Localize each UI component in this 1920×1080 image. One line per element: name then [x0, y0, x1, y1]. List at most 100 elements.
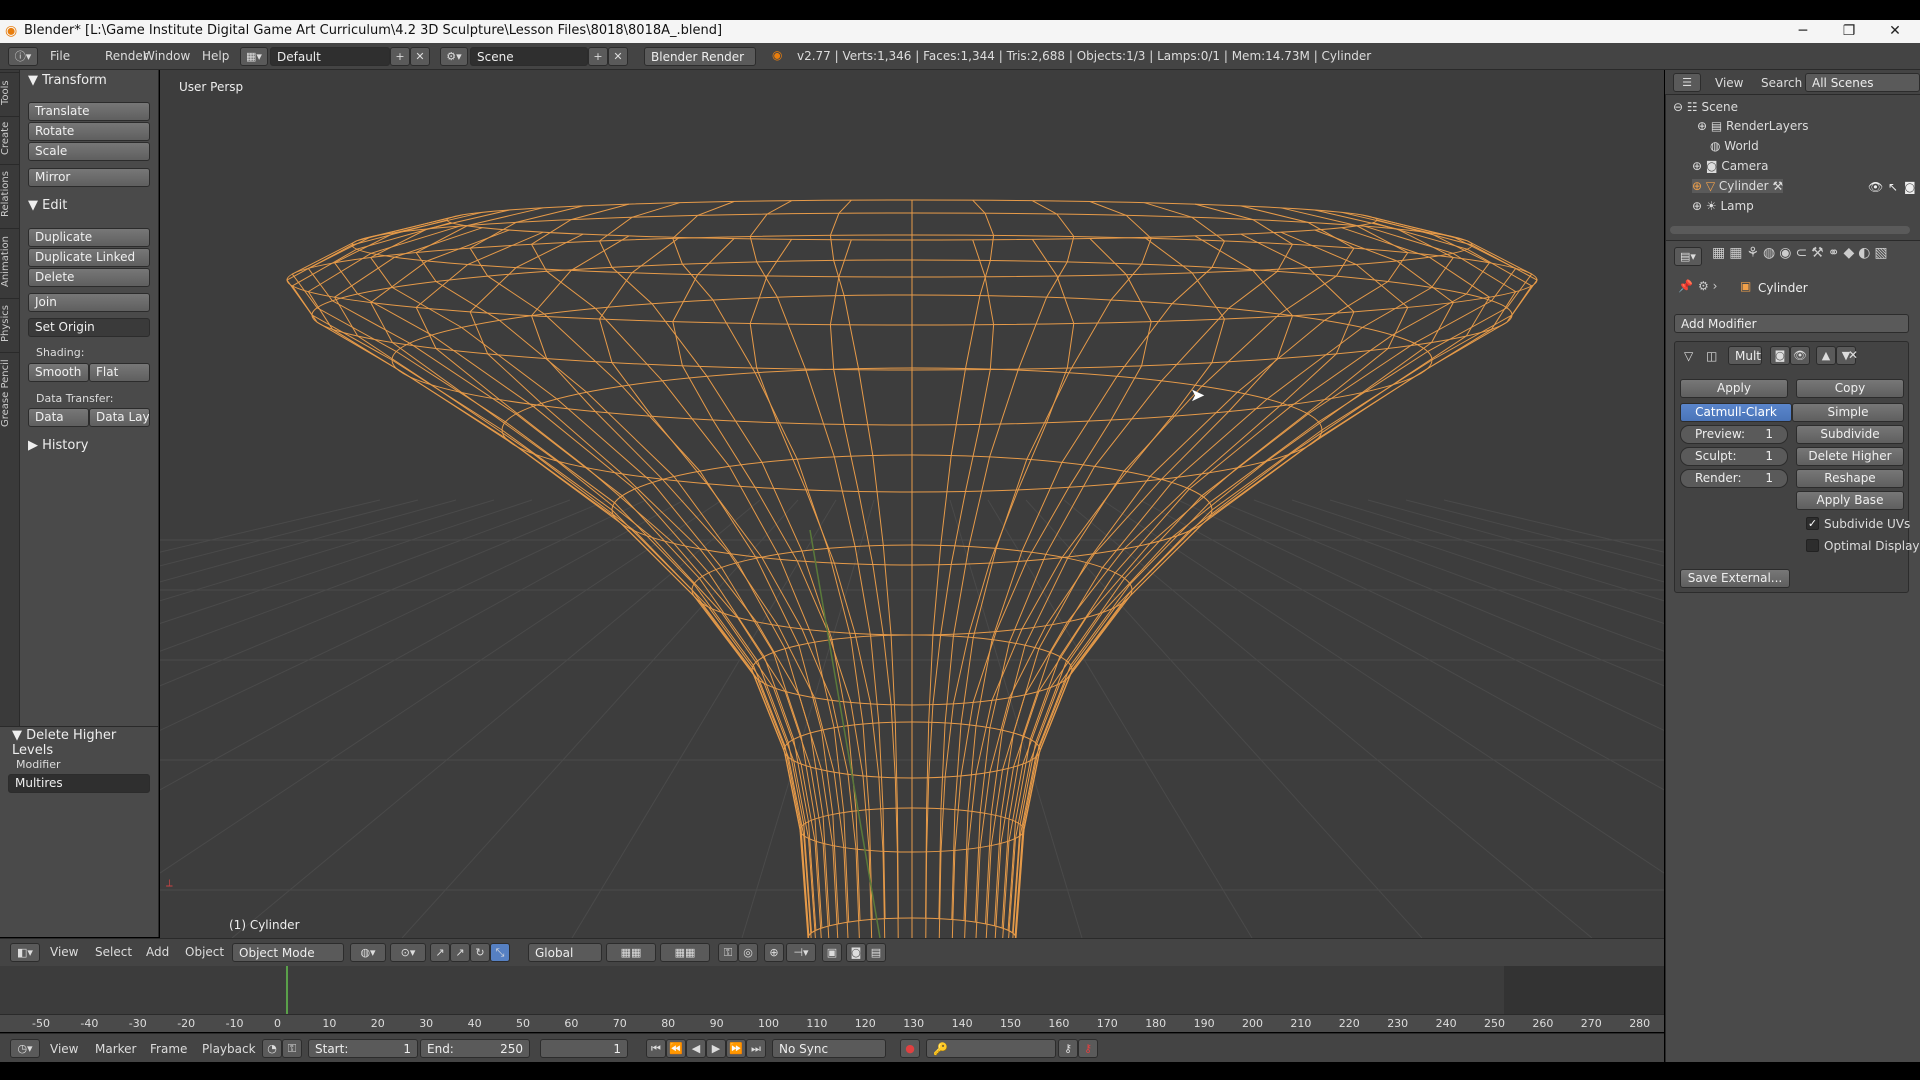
remove-scene-icon[interactable]: ✕: [608, 47, 628, 66]
manipulator-icon[interactable]: ↗: [430, 943, 450, 962]
frame-menu[interactable]: Frame: [150, 1042, 187, 1056]
scene-field[interactable]: Scene: [470, 47, 588, 66]
lock-layers-icon[interactable]: ⚿: [718, 943, 738, 962]
scale-manipulator-icon[interactable]: ⤡: [490, 943, 510, 962]
layers-grid-right-icon[interactable]: ▦▦: [660, 943, 710, 962]
duplicate-linked-button[interactable]: Duplicate Linked: [28, 248, 150, 267]
tab-physics[interactable]: Physics: [0, 298, 20, 348]
outliner-item-camera[interactable]: ⊕ ◙ Camera: [1692, 159, 1768, 173]
set-origin-select[interactable]: Set Origin: [28, 318, 150, 337]
tab-relations[interactable]: Relations: [0, 164, 20, 224]
viewport-shading-icon[interactable]: ◍▾: [350, 943, 386, 962]
flat-button[interactable]: Flat: [89, 363, 150, 382]
scale-button[interactable]: Scale: [28, 142, 150, 161]
history-panel-header[interactable]: ▶ History: [28, 438, 88, 453]
mirror-button[interactable]: Mirror: [28, 168, 150, 187]
add-layout-icon[interactable]: +: [390, 47, 410, 66]
current-frame-marker[interactable]: [286, 966, 288, 1014]
preview-levels-field[interactable]: Preview: 1: [1680, 425, 1788, 444]
modifier-field[interactable]: Multires: [8, 774, 150, 793]
pivot-point-icon[interactable]: ⊙▾: [390, 943, 426, 962]
outliner-search-menu[interactable]: Search: [1761, 76, 1802, 90]
display-mode-select[interactable]: All Scenes: [1805, 73, 1920, 92]
render-still-icon[interactable]: ◙: [846, 943, 866, 962]
subdivide-uvs-checkbox[interactable]: ✓: [1806, 517, 1819, 530]
layers-grid-left-icon[interactable]: ▦▦: [606, 943, 656, 962]
translate-manipulator-icon[interactable]: ↗: [450, 943, 470, 962]
tab-grease-pencil[interactable]: Grease Pencil: [0, 352, 20, 434]
outliner-scrollbar[interactable]: [1670, 226, 1910, 234]
pin-icon[interactable]: 📌: [1678, 279, 1693, 293]
tab-animation[interactable]: Animation: [0, 228, 20, 294]
render-animation-icon[interactable]: ▤: [866, 943, 886, 962]
sync-mode-select[interactable]: No Sync: [772, 1039, 886, 1058]
remove-modifier-icon[interactable]: ✕: [1848, 348, 1858, 362]
layout-field[interactable]: Default: [270, 47, 390, 66]
jump-keyframe-back-icon[interactable]: ⏪: [666, 1039, 686, 1058]
start-frame-field[interactable]: Start: 1: [308, 1039, 418, 1058]
tab-create[interactable]: Create: [0, 116, 20, 160]
menu-window[interactable]: Window: [143, 49, 190, 63]
add-menu[interactable]: Add: [146, 945, 169, 959]
transform-orientation-select[interactable]: Global: [528, 943, 602, 962]
translate-button[interactable]: Translate: [28, 102, 150, 121]
simple-toggle[interactable]: Simple: [1792, 403, 1904, 422]
visibility-eye-icon[interactable]: 👁: [1868, 180, 1883, 194]
collapse-arrow-icon[interactable]: ▽: [1684, 349, 1693, 363]
editor-type-icon[interactable]: ⓘ▾: [8, 47, 38, 66]
rotate-button[interactable]: Rotate: [28, 122, 150, 141]
transform-panel-header[interactable]: ▼ Transform: [28, 73, 107, 88]
apply-button[interactable]: Apply: [1680, 379, 1788, 398]
maximize-button[interactable]: ❐: [1826, 20, 1872, 43]
delete-button[interactable]: Delete: [28, 268, 150, 287]
copy-button[interactable]: Copy: [1796, 379, 1904, 398]
add-modifier-select[interactable]: Add Modifier: [1674, 314, 1909, 333]
catmull-clark-toggle[interactable]: Catmull-Clark: [1680, 403, 1792, 422]
lock-range-icon[interactable]: ⚿: [282, 1039, 302, 1058]
modifier-render-toggle-icon[interactable]: ◙: [1770, 346, 1790, 365]
outliner-item-scene[interactable]: ⊖ ☷ Scene: [1673, 100, 1738, 114]
menu-help[interactable]: Help: [202, 49, 229, 63]
modifier-visibility-icon[interactable]: 👁: [1790, 346, 1810, 365]
outliner-item-cylinder[interactable]: ⊕ ▽ Cylinder ⚒: [1692, 179, 1784, 193]
record-icon[interactable]: ●: [900, 1039, 920, 1058]
outliner-item-world[interactable]: ◍ World: [1710, 139, 1759, 153]
object-menu[interactable]: Object: [185, 945, 224, 959]
proportional-edit-icon[interactable]: ◎: [738, 943, 758, 962]
edit-panel-header[interactable]: ▼ Edit: [28, 198, 67, 213]
timeline-editor-type-icon[interactable]: ◷▾: [10, 1039, 40, 1058]
move-up-icon[interactable]: ▲: [1816, 346, 1836, 365]
renderable-camera-icon[interactable]: ◙: [1904, 180, 1916, 194]
outliner-item-lamp[interactable]: ⊕ ☀ Lamp: [1692, 199, 1754, 213]
preview-range-icon[interactable]: ◔: [262, 1039, 282, 1058]
selectable-cursor-icon[interactable]: ↖: [1888, 180, 1898, 194]
modifier-name-field[interactable]: Multi: [1728, 346, 1762, 365]
3d-viewport[interactable]: ⟂ ➤: [160, 70, 1664, 938]
tab-tools[interactable]: Tools: [0, 72, 20, 112]
close-button[interactable]: ✕: [1872, 20, 1918, 43]
delete-keyframe-icon[interactable]: ⚷: [1078, 1039, 1098, 1058]
properties-editor-type-icon[interactable]: ▤▾: [1674, 247, 1702, 266]
playback-menu[interactable]: Playback: [202, 1042, 256, 1056]
delete-higher-button[interactable]: Delete Higher: [1796, 447, 1904, 466]
menu-file[interactable]: File: [50, 49, 70, 63]
outliner-view-menu[interactable]: View: [1715, 76, 1743, 90]
optimal-display-checkbox[interactable]: [1806, 539, 1819, 552]
render-engine-select[interactable]: Blender Render: [644, 47, 756, 66]
current-frame-field[interactable]: 1: [540, 1039, 628, 1058]
data-layout-button[interactable]: Data Layo: [89, 408, 150, 427]
add-scene-icon[interactable]: +: [588, 47, 608, 66]
outliner-editor-type-icon[interactable]: ☰: [1673, 73, 1701, 92]
smooth-button[interactable]: Smooth: [28, 363, 89, 382]
snap-icon[interactable]: ⊕: [764, 943, 784, 962]
jump-end-icon[interactable]: ⏭: [746, 1039, 766, 1058]
minimize-button[interactable]: ─: [1780, 20, 1826, 43]
remove-layout-icon[interactable]: ✕: [410, 47, 430, 66]
snap-element-icon[interactable]: ⊣▾: [786, 943, 816, 962]
outliner[interactable]: [1665, 70, 1920, 240]
save-external-button[interactable]: Save External...: [1680, 569, 1790, 588]
render-levels-field[interactable]: Render: 1: [1680, 469, 1788, 488]
apply-base-button[interactable]: Apply Base: [1796, 491, 1904, 510]
marker-menu[interactable]: Marker: [95, 1042, 136, 1056]
play-reverse-icon[interactable]: ◀: [686, 1039, 706, 1058]
